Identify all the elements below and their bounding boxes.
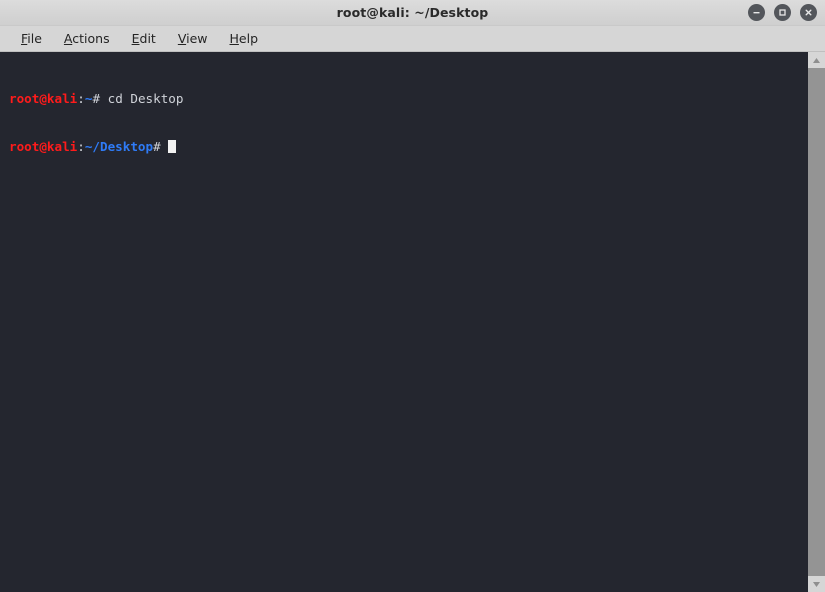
maximize-icon: [779, 9, 786, 16]
scroll-up-button[interactable]: [808, 52, 825, 68]
terminal-command: [161, 139, 169, 154]
scroll-down-button[interactable]: [808, 576, 825, 592]
menu-help-label: elp: [238, 30, 259, 46]
text-cursor: [168, 140, 177, 153]
title-bar[interactable]: root@kali: ~/Desktop: [0, 0, 825, 26]
terminal-body: root@kali:~# cd Desktop root@kali:~/Desk…: [0, 52, 825, 592]
chevron-up-icon: [813, 57, 820, 63]
chevron-down-icon: [813, 581, 820, 587]
menu-help[interactable]: Help: [219, 29, 270, 49]
menu-bar: File Actions Edit View Help: [0, 26, 825, 52]
menu-file[interactable]: File: [10, 29, 53, 49]
menu-edit[interactable]: Edit: [121, 29, 167, 49]
terminal-line: root@kali:~/Desktop#: [9, 139, 808, 155]
scrollbar-thumb[interactable]: [808, 68, 825, 576]
minimize-icon: [753, 12, 760, 14]
terminal-line: root@kali:~# cd Desktop: [9, 91, 808, 107]
terminal-window: root@kali: ~/Desktop File Actions Edit V…: [0, 0, 825, 592]
terminal-output[interactable]: root@kali:~# cd Desktop root@kali:~/Desk…: [0, 52, 808, 592]
menu-view[interactable]: View: [167, 29, 219, 49]
vertical-scrollbar[interactable]: [808, 52, 825, 592]
menu-view-label: iew: [186, 30, 208, 46]
prompt-hash: #: [153, 139, 161, 154]
menu-actions[interactable]: Actions: [53, 29, 121, 49]
menu-help-mnemonic: H: [229, 30, 239, 46]
prompt-user: root@kali: [9, 91, 78, 106]
maximize-button[interactable]: [774, 4, 791, 21]
window-title: root@kali: ~/Desktop: [336, 5, 489, 20]
prompt-user: root@kali: [9, 139, 78, 154]
scrollbar-track[interactable]: [808, 68, 825, 576]
menu-view-mnemonic: V: [177, 30, 187, 46]
menu-edit-label: dit: [139, 30, 156, 46]
close-icon: [805, 9, 812, 16]
prompt-colon: :: [77, 139, 85, 154]
close-button[interactable]: [800, 4, 817, 21]
prompt-colon: :: [77, 91, 85, 106]
menu-edit-mnemonic: E: [131, 30, 140, 46]
prompt-path: ~/Desktop: [84, 139, 154, 154]
window-controls: [748, 0, 817, 25]
prompt-hash: #: [92, 91, 101, 106]
terminal-command: cd Desktop: [100, 91, 184, 106]
menu-file-label: ile: [27, 30, 42, 46]
menu-actions-label: ctions: [72, 30, 110, 46]
minimize-button[interactable]: [748, 4, 765, 21]
menu-actions-mnemonic: A: [63, 30, 73, 46]
